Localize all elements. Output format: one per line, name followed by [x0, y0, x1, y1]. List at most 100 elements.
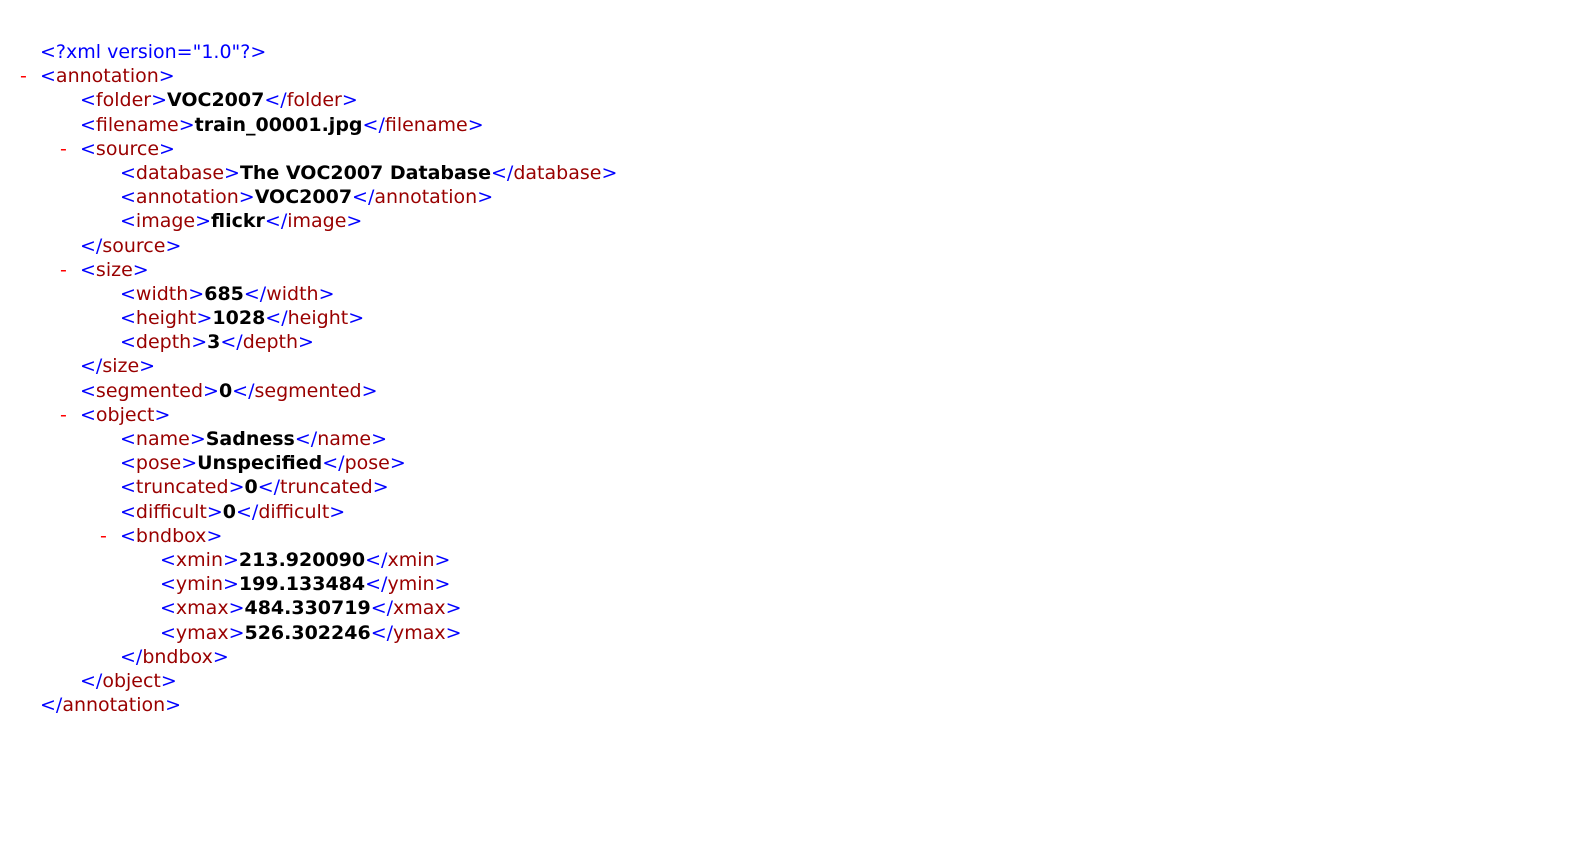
bracket: >	[158, 65, 175, 88]
xml-node: </size>	[80, 354, 155, 378]
tag-name: xmin	[175, 548, 223, 571]
tag-name: name	[135, 428, 190, 450]
bracket: >	[203, 379, 219, 402]
bracket: </	[40, 694, 63, 717]
tag-name: difficult	[135, 500, 207, 523]
xml-node: <image>flickr</image>	[120, 209, 362, 233]
tag-name: annotation	[374, 186, 478, 209]
xml-node: <xmax>484.330719</xmax>	[160, 596, 462, 620]
bracket: <	[120, 210, 136, 233]
tag-name: pose	[135, 452, 182, 475]
tag-name: pose	[344, 452, 390, 475]
tag-name: filename	[384, 113, 468, 136]
bracket: <	[120, 500, 136, 523]
bracket: >	[318, 282, 335, 305]
tag-name: width	[266, 282, 319, 305]
bracket: </	[491, 161, 514, 184]
xml-node: <annotation>VOC2007</annotation>	[120, 185, 493, 209]
bracket: </	[264, 89, 287, 112]
bracket: >	[434, 573, 451, 596]
tag-name: object	[95, 403, 155, 426]
tag-name: name	[317, 428, 372, 450]
xml-node: <difficult>0</difficult>	[120, 500, 345, 524]
bracket: >	[329, 500, 346, 523]
bracket: </	[322, 452, 345, 475]
bracket: >	[159, 137, 175, 160]
bracket: >	[181, 452, 198, 475]
tag-name: xmax	[393, 597, 446, 620]
element-value: 199.133484	[238, 573, 366, 596]
bracket: >	[467, 113, 484, 136]
xml-node: <pose>Unspecified</pose>	[120, 451, 406, 475]
xml-node: </annotation>	[40, 693, 181, 717]
bracket: >	[228, 597, 245, 620]
xml-node: <size>	[80, 258, 149, 282]
tag-name: annotation	[62, 694, 166, 717]
bracket: >	[361, 379, 378, 402]
collapse-toggle[interactable]: -	[60, 137, 67, 161]
bracket: >	[165, 694, 182, 717]
bracket: >	[223, 573, 239, 596]
bracket: >	[224, 161, 240, 184]
bracket: >	[341, 89, 358, 112]
xml-node: <filename>train_00001.jpg</filename>	[80, 113, 484, 137]
xml-node: </object>	[80, 669, 177, 693]
element-value: 685	[204, 282, 244, 305]
tag-name: database	[135, 161, 225, 184]
xml-node: <source>	[80, 137, 175, 161]
bracket: >	[434, 548, 451, 571]
xml-node: <ymin>199.133484</ymin>	[160, 572, 450, 596]
bracket: <	[80, 379, 96, 402]
bracket: <	[160, 573, 176, 596]
bracket: >	[445, 597, 462, 620]
bracket: >	[196, 307, 213, 330]
bracket: </	[243, 282, 267, 305]
tag-name: difficult	[258, 500, 330, 523]
bracket: </	[80, 355, 103, 378]
xml-node: <name>Sadness</name>	[120, 427, 387, 451]
collapse-toggle[interactable]: -	[20, 64, 27, 88]
tag-name: truncated	[135, 476, 229, 499]
xml-node: <width>685</width>	[120, 282, 335, 306]
bracket: >	[206, 500, 223, 523]
bracket: >	[165, 234, 182, 257]
xml-node: <?xml version="1.0"?>	[40, 40, 266, 64]
xml-node: </source>	[80, 234, 181, 258]
bracket: </	[362, 113, 385, 136]
xml-node: <ymax>526.302246</ymax>	[160, 621, 462, 645]
collapse-toggle[interactable]: -	[60, 403, 67, 427]
bracket: </	[232, 379, 255, 402]
bracket: </	[80, 234, 103, 257]
tag-name: truncated	[280, 476, 373, 499]
bracket: <	[80, 137, 96, 160]
bracket: >	[151, 89, 167, 112]
collapse-toggle[interactable]: -	[100, 524, 107, 548]
tag-name: folder	[95, 89, 152, 112]
bracket: <	[160, 548, 176, 571]
tag-name: height	[287, 307, 349, 330]
bracket: <	[80, 258, 96, 281]
tag-name: database	[513, 161, 602, 184]
bracket: >	[154, 403, 171, 426]
tag-name: bndbox	[142, 645, 213, 668]
bracket: </	[370, 597, 394, 620]
tag-name: depth	[135, 331, 192, 354]
tag-name: segmented	[254, 379, 362, 402]
collapse-toggle[interactable]: -	[60, 258, 67, 282]
tag-name: width	[135, 282, 189, 305]
xml-declaration: <?xml version="1.0"?>	[40, 41, 267, 63]
bracket: </	[370, 621, 394, 644]
tag-name: xmax	[175, 597, 229, 620]
element-value: Unspecified	[197, 452, 323, 475]
bracket: >	[228, 476, 245, 499]
xml-node: <depth>3</depth>	[120, 330, 314, 354]
xml-node: <bndbox>	[120, 524, 222, 548]
bracket: <	[160, 621, 176, 644]
bracket: >	[139, 355, 156, 378]
bracket: >	[346, 210, 363, 233]
bracket: <	[120, 452, 136, 475]
bracket: >	[348, 307, 365, 330]
element-value: 0	[222, 500, 237, 523]
xml-node: <segmented>0</segmented>	[80, 379, 378, 403]
element-value: flickr	[211, 210, 265, 233]
